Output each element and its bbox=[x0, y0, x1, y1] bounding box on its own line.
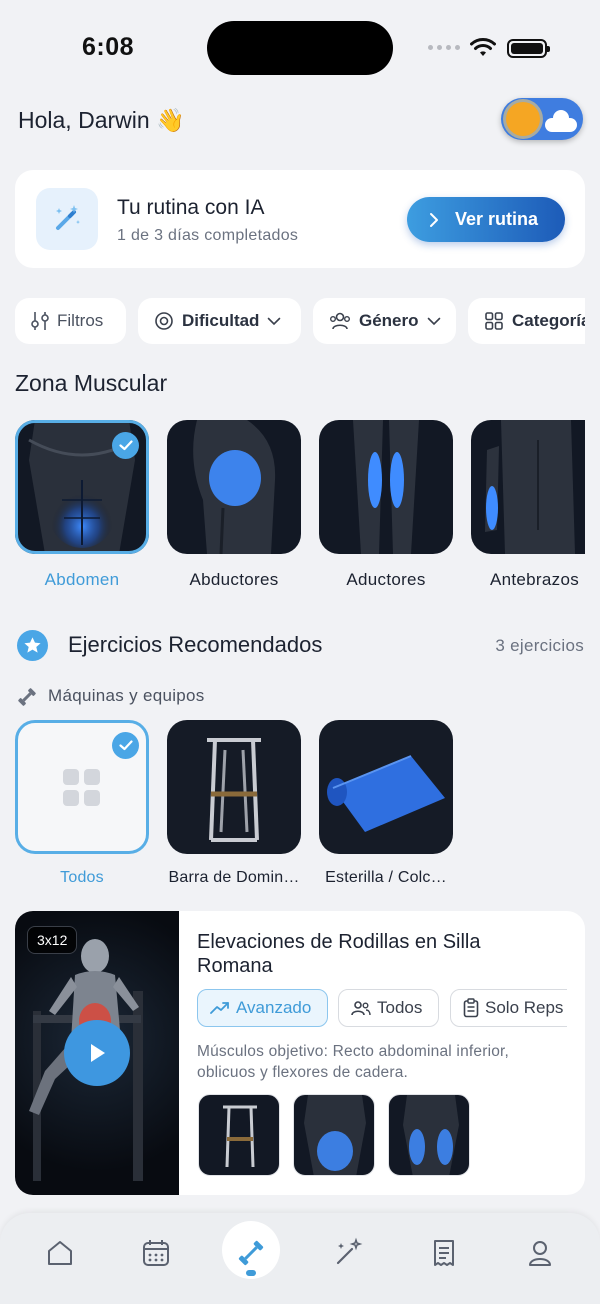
filters-label: Filtros bbox=[57, 311, 104, 330]
muscle-item-antebrazos[interactable]: Antebrazos bbox=[471, 420, 585, 590]
dynamic-island bbox=[207, 21, 393, 75]
nav-workouts[interactable] bbox=[231, 1233, 271, 1273]
nav-notes[interactable] bbox=[424, 1233, 464, 1273]
nav-home[interactable] bbox=[40, 1233, 80, 1273]
tag-label: Avanzado bbox=[236, 998, 312, 1017]
sun-icon bbox=[506, 102, 540, 136]
check-icon bbox=[112, 432, 139, 459]
status-bar: 6:08 bbox=[0, 0, 600, 96]
category-chip[interactable]: Categoría bbox=[468, 298, 585, 344]
equipment-thumb bbox=[198, 1094, 280, 1176]
bottom-nav bbox=[0, 1213, 600, 1304]
users-icon bbox=[351, 1000, 371, 1016]
gauge-icon bbox=[154, 311, 174, 331]
grid-icon bbox=[484, 311, 504, 331]
exercise-description: Músculos objetivo: Recto abdominal infer… bbox=[197, 1043, 510, 1081]
tag-difficulty: Avanzado bbox=[197, 989, 328, 1027]
tag-gender: Todos bbox=[338, 989, 439, 1027]
exercise-title: Elevaciones de Rodillas en Silla Romana bbox=[197, 931, 481, 977]
dumbbell-icon bbox=[18, 688, 36, 706]
chevron-right-icon bbox=[429, 212, 439, 228]
muscle-item-aductores[interactable]: Aductores bbox=[319, 420, 453, 590]
theme-toggle[interactable] bbox=[501, 98, 583, 140]
muscle-label: Aductores bbox=[346, 570, 426, 589]
muscle-item-abdomen[interactable]: Abdomen bbox=[15, 420, 149, 590]
pullup-bar-image bbox=[167, 720, 301, 854]
calendar-icon bbox=[143, 1240, 169, 1266]
cloud-icon bbox=[545, 110, 577, 132]
difficulty-chip[interactable]: Dificultad bbox=[138, 298, 301, 344]
tag-mode: Solo Reps bbox=[450, 989, 567, 1027]
nav-profile[interactable] bbox=[520, 1233, 560, 1273]
equipment-label: Todos bbox=[60, 869, 104, 886]
dumbbell-icon bbox=[238, 1240, 264, 1266]
equipment-item-all[interactable]: Todos bbox=[15, 720, 149, 887]
muscle-label: Antebrazos bbox=[490, 570, 579, 589]
ai-routine-card[interactable]: Tu rutina con IA 1 de 3 días completados… bbox=[15, 170, 585, 268]
muscle-zone-title: Zona Muscular bbox=[15, 370, 168, 396]
nav-ai[interactable] bbox=[328, 1233, 368, 1273]
exercise-video-thumbnail[interactable]: 3x12 bbox=[15, 911, 179, 1195]
filters-chip[interactable]: Filtros bbox=[15, 298, 126, 344]
tag-label: Todos bbox=[377, 998, 423, 1017]
muscle-item-abductores[interactable]: Abductores bbox=[167, 420, 301, 590]
muscle-label: Abductores bbox=[189, 570, 279, 589]
routine-progress: 1 de 3 días completados bbox=[117, 227, 299, 244]
signal-icon bbox=[428, 45, 460, 50]
battery-icon bbox=[507, 39, 550, 58]
sliders-icon bbox=[31, 311, 49, 331]
view-routine-label: Ver rutina bbox=[455, 209, 539, 229]
gender-chip[interactable]: Género bbox=[313, 298, 456, 344]
view-routine-button[interactable]: Ver rutina bbox=[407, 197, 565, 242]
exercise-tags: Avanzado Todos Solo Reps bbox=[197, 989, 567, 1029]
greeting-text: Hola, Darwin 👋 bbox=[18, 107, 185, 133]
magic-wand-icon bbox=[336, 1237, 363, 1265]
status-time: 6:08 bbox=[82, 33, 135, 61]
recommended-title: Ejercicios Recomendados bbox=[68, 632, 323, 657]
magic-wand-icon bbox=[36, 188, 98, 250]
equipment-section-label: Máquinas y equipos bbox=[48, 686, 205, 705]
muscle-thumb-obliques bbox=[388, 1094, 470, 1176]
equipment-label: Barra de Domin… bbox=[168, 869, 300, 886]
check-icon bbox=[112, 732, 139, 759]
sets-reps-badge: 3x12 bbox=[27, 926, 78, 954]
filter-bar: Filtros Dificultad Género Categoría bbox=[15, 298, 585, 344]
chevron-down-icon bbox=[427, 317, 441, 326]
equipment-label: Esterilla / Colc… bbox=[325, 869, 447, 886]
home-icon bbox=[48, 1241, 72, 1265]
difficulty-label: Dificultad bbox=[182, 311, 260, 330]
clipboard-icon bbox=[463, 998, 479, 1018]
muscle-label: Abdomen bbox=[44, 570, 120, 589]
receipt-icon bbox=[434, 1240, 454, 1266]
nav-calendar[interactable] bbox=[136, 1233, 176, 1273]
gender-label: Género bbox=[359, 311, 419, 330]
muscle-thumb-abdomen bbox=[293, 1094, 375, 1176]
wifi-icon bbox=[470, 38, 496, 56]
star-icon bbox=[17, 630, 48, 661]
antebrazos-image bbox=[471, 420, 585, 554]
user-icon bbox=[529, 1241, 551, 1266]
routine-title: Tu rutina con IA bbox=[117, 196, 265, 219]
play-button[interactable] bbox=[64, 1020, 130, 1086]
category-label: Categoría bbox=[512, 311, 585, 330]
exercise-card[interactable]: 3x12 Elevaciones de Rodillas en Silla Ro… bbox=[15, 911, 585, 1195]
equipment-item-pullup-bar[interactable]: Barra de Domin… bbox=[167, 720, 301, 887]
aductores-image bbox=[319, 420, 453, 554]
mat-image bbox=[319, 720, 453, 854]
chevron-down-icon bbox=[267, 317, 281, 326]
play-icon bbox=[91, 1044, 105, 1062]
abductores-image bbox=[167, 420, 301, 554]
users-icon bbox=[329, 311, 351, 331]
tag-label: Solo Reps bbox=[485, 998, 564, 1017]
exercise-count: 3 ejercicios bbox=[495, 636, 584, 655]
equipment-item-mat[interactable]: Esterilla / Colc… bbox=[319, 720, 453, 887]
trend-up-icon bbox=[210, 1001, 230, 1015]
